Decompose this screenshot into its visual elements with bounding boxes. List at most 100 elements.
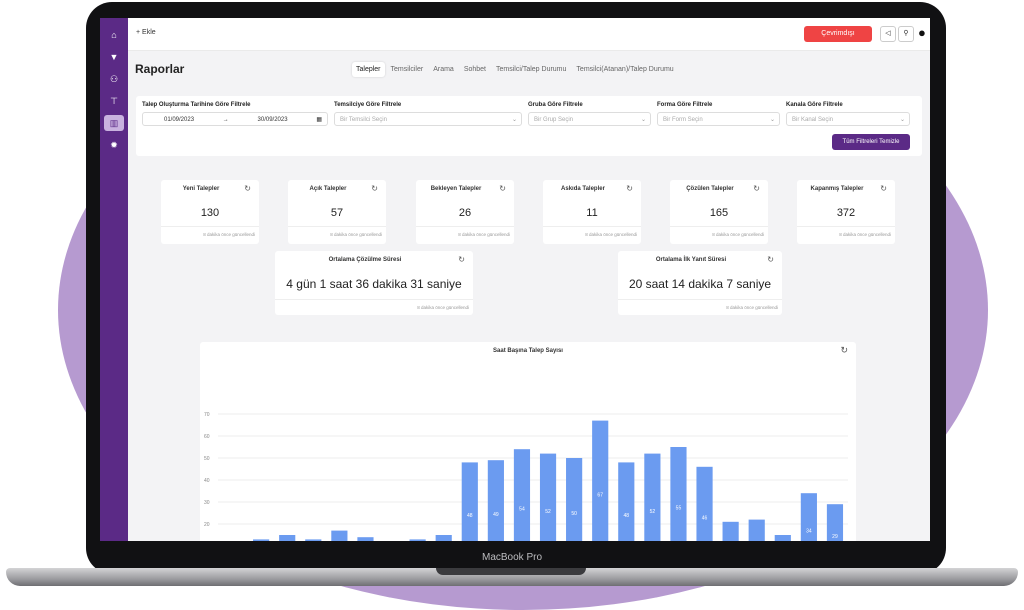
stat-card-pending: Bekleyen Talepler ↻ 26 8 dakika önce gün… — [416, 180, 514, 244]
bar[interactable] — [487, 460, 504, 541]
refresh-icon[interactable]: ↻ — [499, 184, 506, 193]
date-filter-label: Talep Oluşturma Tarihine Göre Filtrele — [142, 102, 251, 108]
stat-value: 372 — [836, 207, 856, 219]
refresh-icon[interactable]: ↻ — [371, 184, 378, 193]
bar[interactable] — [539, 453, 557, 541]
stat-updated: 8 dakika önce güncellendi — [712, 232, 764, 237]
bar[interactable] — [618, 462, 635, 541]
announcement-icon[interactable]: ◁ — [880, 26, 896, 42]
tab-assigned-agent-ticket-status[interactable]: Temsilci(Atanan)/Talep Durumu — [572, 62, 677, 77]
divider — [797, 226, 895, 227]
stat-title: Açık Talepler — [309, 186, 347, 192]
tab-agent-ticket-status[interactable]: Temsilci/Talep Durumu — [492, 62, 570, 77]
tab-talepler[interactable]: Talepler — [352, 62, 385, 77]
bar[interactable] — [279, 535, 296, 541]
bar-value-label: 50 — [571, 511, 577, 517]
stat-card-open: Açık Talepler ↻ 57 8 dakika önce güncell… — [288, 180, 386, 244]
y-tick-label: 30 — [204, 500, 210, 506]
calendar-icon[interactable]: ▦ — [316, 113, 322, 125]
refresh-icon[interactable]: ↻ — [626, 184, 633, 193]
y-tick-label: 70 — [204, 412, 210, 418]
refresh-icon[interactable]: ↻ — [880, 184, 887, 193]
stat-title: Çözülen Talepler — [686, 186, 734, 192]
sidebar: ⌂ ▼ ⚇ ⊤ ▥ ✹ — [100, 18, 128, 541]
refresh-icon[interactable]: ↻ — [753, 184, 760, 193]
avg-value: 20 saat 14 dakika 7 saniye — [628, 277, 772, 291]
bar[interactable] — [774, 535, 791, 541]
status-toggle-button[interactable]: Çevrimdışı — [804, 26, 872, 42]
topbar: + Ekle Çevrimdışı ◁ ⚲ ● — [128, 18, 930, 51]
filter-panel: Talep Oluşturma Tarihine Göre Filtrele 0… — [136, 96, 922, 156]
avg-updated: 8 dakika önce güncellendi — [726, 305, 778, 310]
refresh-icon[interactable]: ↻ — [458, 255, 465, 264]
app-screen: ⌂ ▼ ⚇ ⊤ ▥ ✹ + Ekle Çevrimdışı ◁ ⚲ ● Rapo… — [100, 18, 930, 541]
bar[interactable] — [253, 539, 270, 541]
channel-select[interactable]: Bir Kanal Seçin ⌄ — [786, 112, 910, 126]
form-filter-label: Forma Göre Filtrele — [657, 102, 713, 108]
avg-title: Ortalama Çözülme Süresi — [328, 257, 402, 263]
page-title: Raporlar — [135, 62, 185, 76]
bar[interactable] — [357, 537, 374, 541]
y-tick-label: 60 — [204, 434, 210, 440]
bar[interactable] — [435, 535, 452, 541]
bar-value-label: 34 — [806, 529, 812, 535]
bar[interactable] — [722, 521, 739, 541]
divider — [161, 226, 259, 227]
bar[interactable] — [305, 539, 322, 541]
bar[interactable] — [461, 462, 478, 541]
stat-value: 11 — [586, 207, 598, 219]
bar-value-label: 67 — [597, 492, 603, 498]
tab-arama[interactable]: Arama — [429, 62, 458, 77]
bar[interactable] — [331, 530, 348, 541]
bar[interactable] — [670, 447, 687, 541]
add-button[interactable]: + Ekle — [136, 29, 156, 36]
stat-updated: 8 dakika önce güncellendi — [585, 232, 637, 237]
search-icon[interactable]: ⚲ — [898, 26, 914, 42]
group-select-placeholder: Bir Grup Seçin — [534, 117, 574, 123]
bar[interactable] — [644, 453, 661, 541]
refresh-icon[interactable]: ↻ — [767, 255, 774, 264]
stat-title: Bekleyen Talepler — [430, 186, 482, 192]
stat-value: 165 — [709, 207, 729, 219]
group-select[interactable]: Bir Grup Seçin ⌄ — [528, 112, 651, 126]
bar[interactable] — [748, 519, 765, 541]
bar-value-label: 48 — [467, 513, 473, 519]
device-label: MacBook Pro — [481, 552, 543, 563]
home-icon[interactable]: ⌂ — [104, 27, 124, 43]
stat-title: Yeni Talepler — [182, 186, 220, 192]
agents-icon[interactable]: ⚇ — [104, 71, 124, 87]
stat-updated: 8 dakika önce güncellendi — [203, 232, 255, 237]
y-tick-label: 40 — [204, 478, 210, 484]
bar[interactable] — [409, 539, 426, 541]
avg-value: 4 gün 1 saat 36 dakika 31 saniye — [286, 277, 462, 291]
reports-icon[interactable]: ▥ — [104, 115, 124, 131]
date-range-picker[interactable]: 01/09/2023 → 30/09/2023 ▦ — [142, 112, 328, 126]
date-end[interactable]: 30/09/2023 — [258, 113, 288, 125]
bar[interactable] — [513, 449, 531, 541]
user-icon[interactable]: ● — [918, 25, 926, 40]
bar[interactable] — [592, 420, 609, 541]
tab-temsilciler[interactable]: Temsilciler — [387, 62, 428, 77]
clear-filters-button[interactable]: Tüm Filtreleri Temizle — [832, 134, 910, 150]
agent-filter-label: Temsilciye Göre Filtrele — [334, 102, 402, 108]
avg-first-response-card: Ortalama İlk Yanıt Süresi ↻ 20 saat 14 d… — [618, 251, 782, 315]
stat-card-new: Yeni Talepler ↻ 130 8 dakika önce güncel… — [161, 180, 259, 244]
chart-card: Saat Başına Talep Sayısı ↻ 1020304050607… — [200, 342, 856, 541]
date-start[interactable]: 01/09/2023 — [164, 113, 194, 125]
form-select-placeholder: Bir Form Seçin — [663, 117, 703, 123]
filter-icon[interactable]: ▼ — [104, 49, 124, 65]
date-arrow: → — [222, 117, 229, 123]
refresh-icon[interactable]: ↻ — [244, 184, 251, 193]
avg-title: Ortalama İlk Yanıt Süresi — [655, 257, 727, 263]
settings-icon[interactable]: ✹ — [104, 137, 124, 153]
bar[interactable] — [696, 466, 713, 541]
tab-sohbet[interactable]: Sohbet — [460, 62, 490, 77]
bar-value-label: 46 — [702, 515, 708, 521]
bar[interactable] — [566, 458, 583, 541]
agent-select[interactable]: Bir Temsilci Seçin ⌄ — [334, 112, 522, 126]
stat-card-closed: Kapanmış Talepler ↻ 372 8 dakika önce gü… — [797, 180, 895, 244]
divider — [288, 226, 386, 227]
org-chart-icon[interactable]: ⊤ — [104, 93, 124, 109]
form-select[interactable]: Bir Form Seçin ⌄ — [657, 112, 780, 126]
chevron-down-icon: ⌄ — [769, 117, 775, 123]
